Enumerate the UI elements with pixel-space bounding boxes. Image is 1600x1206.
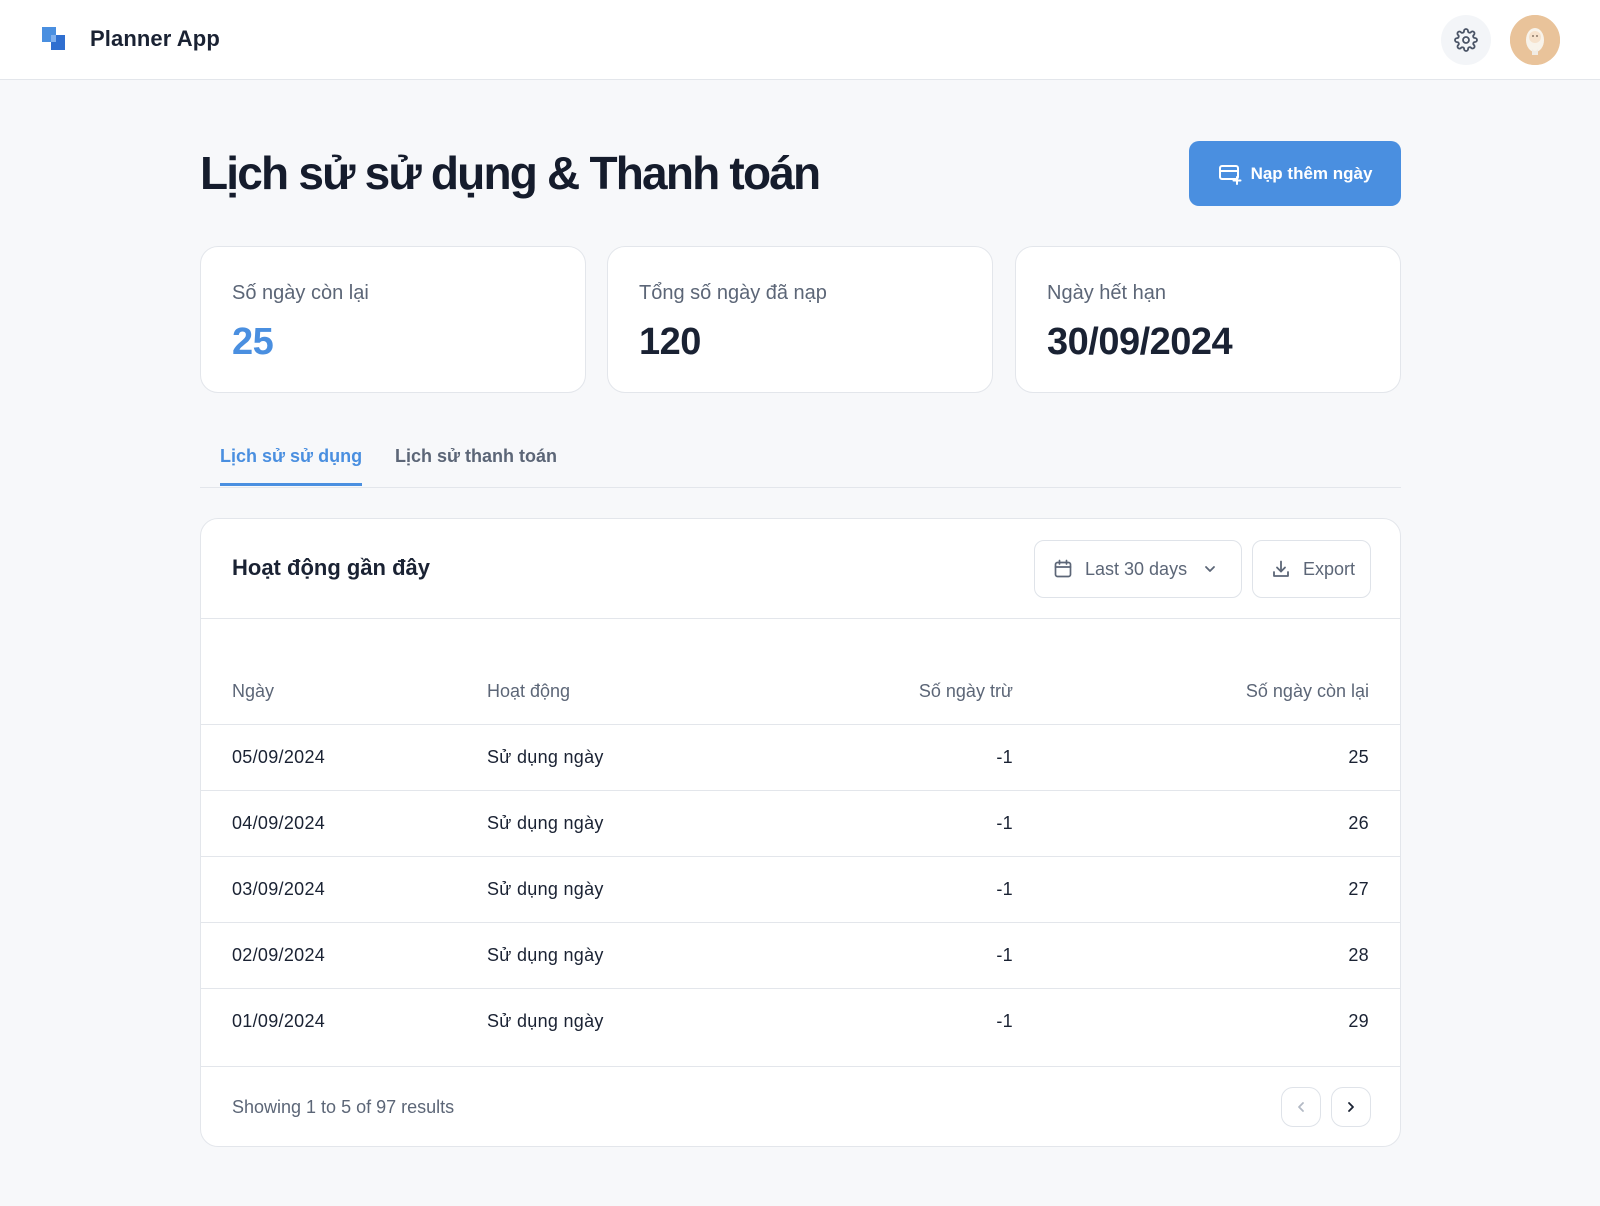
table-header-row: Ngày Hoạt động Số ngày trừ Số ngày còn l… [201,659,1400,725]
stat-label: Tổng số ngày đã nạp [639,282,827,304]
settings-button[interactable] [1441,15,1491,65]
panel-header: Hoạt động gần đây Last 30 days Export [201,519,1400,619]
cell-activity: Sử dụng ngày [487,1010,604,1031]
gear-icon [1454,28,1478,52]
table-row[interactable]: 02/09/2024 Sử dụng ngày -1 28 [201,922,1400,989]
cell-deducted: -1 [827,922,1013,989]
results-count: Showing 1 to 5 of 97 results [232,1097,455,1117]
column-header-deducted[interactable]: Số ngày trừ [827,659,1013,725]
stat-card-expiry-date: Ngày hết hạn 30/09/2024 [1015,246,1401,393]
next-page-button[interactable] [1331,1087,1371,1127]
column-header-date[interactable]: Ngày [201,659,487,725]
download-icon [1273,560,1289,577]
stat-value: 120 [639,321,701,363]
table-row[interactable]: 04/09/2024 Sử dụng ngày -1 26 [201,790,1400,857]
cell-date: 01/09/2024 [232,1010,326,1031]
stat-label: Số ngày còn lại [232,282,369,304]
cell-activity: Sử dụng ngày [487,724,827,791]
column-header-remaining[interactable]: Số ngày còn lại [1013,659,1400,725]
export-label: Export [1303,558,1356,579]
cell-activity: Sử dụng ngày [487,922,827,989]
history-tabs: Lịch sử sử dụng Lịch sử thanh toán [200,430,1401,488]
stat-label: Ngày hết hạn [1047,282,1166,304]
page-title: Lịch sử sử dụng & Thanh toán [200,147,821,199]
top-bar: Planner App [0,0,1600,80]
pagination-footer: Showing 1 to 5 of 97 results [201,1066,1400,1146]
table-row[interactable]: 05/09/2024 Sử dụng ngày -1 25 [201,724,1400,791]
tab-payment-history[interactable]: Lịch sử thanh toán [395,446,557,483]
app-logo-icon[interactable] [42,27,68,53]
chevron-right-icon [1348,1102,1354,1112]
cell-deducted: -1 [827,856,1013,923]
cell-remaining: 27 [1013,856,1400,923]
cell-date: 03/09/2024 [201,856,487,923]
user-avatar[interactable] [1510,15,1560,65]
activity-table: Ngày Hoạt động Số ngày trừ Số ngày còn l… [201,659,1400,1054]
previous-page-button[interactable] [1281,1087,1321,1127]
calendar-icon [1054,559,1072,578]
cell-remaining: 29 [1348,1010,1369,1031]
user-avatar-image [1510,15,1560,65]
topup-days-button[interactable]: Nạp thêm ngày [1189,141,1401,206]
recent-activity-panel: Hoạt động gần đây Last 30 days Export Ng… [200,518,1401,1147]
export-button[interactable]: Export [1252,540,1371,598]
cell-remaining: 25 [1013,724,1400,791]
cell-date: 05/09/2024 [201,724,487,791]
date-range-label: Last 30 days [1085,558,1188,579]
stat-card-total-days: Tổng số ngày đã nạp 120 [607,246,993,393]
topup-button-label: Nạp thêm ngày [1250,163,1373,183]
stat-value: 25 [232,321,274,363]
stat-value: 30/09/2024 [1047,321,1233,363]
column-header-activity[interactable]: Hoạt động [487,659,827,725]
tab-usage-history[interactable]: Lịch sử sử dụng [220,446,363,486]
cell-date: 02/09/2024 [201,922,487,989]
cell-activity: Sử dụng ngày [487,856,827,923]
cell-date: 04/09/2024 [201,790,487,857]
table-row[interactable]: 01/09/2024 Sử dụng ngày -1 29 [201,988,1400,1054]
panel-title: Hoạt động gần đây [232,555,430,580]
cell-remaining: 28 [1013,922,1400,989]
chevron-down-icon [1205,566,1215,572]
cell-deducted: -1 [827,790,1013,857]
stat-card-remaining-days: Số ngày còn lại 25 [200,246,586,393]
table-row[interactable]: 03/09/2024 Sử dụng ngày -1 27 [201,856,1400,923]
chevron-left-icon [1298,1102,1304,1112]
cell-deducted: -1 [996,1010,1013,1031]
date-range-dropdown[interactable]: Last 30 days [1034,540,1242,598]
cell-remaining: 26 [1013,790,1400,857]
card-add-icon [1218,164,1242,185]
cell-deducted: -1 [827,724,1013,791]
cell-activity: Sử dụng ngày [487,790,827,857]
app-title: Planner App [90,26,220,51]
